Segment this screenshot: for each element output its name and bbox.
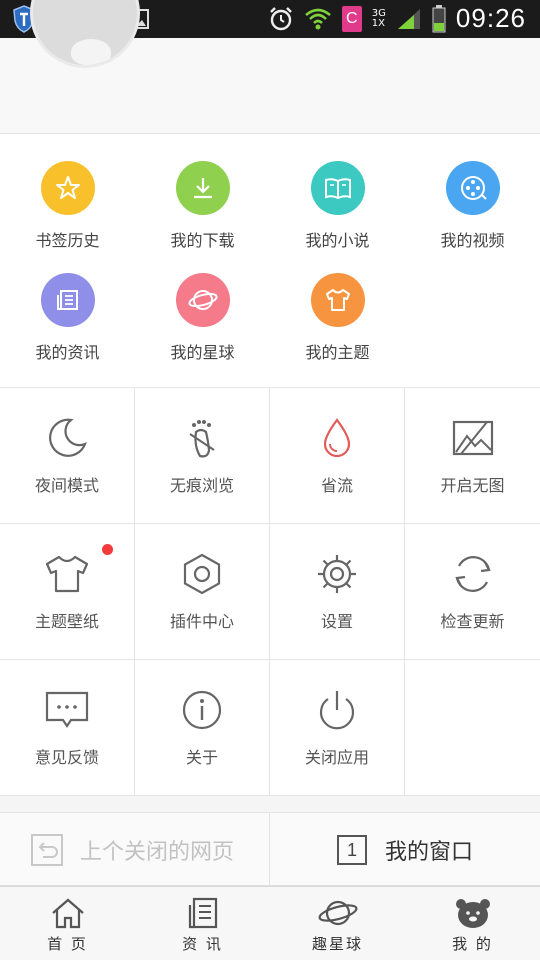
about-label: 关于	[185, 748, 218, 767]
no-image-mode-button[interactable]: 开启无图	[405, 388, 540, 524]
news-icon	[188, 897, 217, 929]
carrier-icon: C	[341, 5, 362, 32]
my-novels-button[interactable]: 我的小说	[270, 134, 405, 250]
book-icon	[310, 161, 365, 215]
tools-grid: 夜间模式 无痕浏览 省流 开启无图 主题壁纸 插件中心 设置 检查更新 意见反馈…	[0, 388, 540, 796]
my-downloads-button[interactable]: 我的下载	[135, 134, 270, 250]
my-themes-label: 我的主题	[305, 343, 370, 362]
news-icon	[40, 273, 95, 327]
my-videos-label: 我的视频	[440, 231, 505, 250]
bear-icon	[455, 899, 490, 928]
nav-me[interactable]: 我 的	[405, 887, 540, 960]
nav-home-label: 首 页	[47, 935, 88, 953]
settings-button[interactable]: 设置	[270, 524, 405, 660]
nav-fun-planet[interactable]: 趣星球	[270, 887, 405, 960]
night-mode-button[interactable]: 夜间模式	[0, 388, 135, 524]
my-planet-button[interactable]: 我的星球	[135, 246, 270, 362]
data-saver-label: 省流	[320, 476, 353, 495]
hexagon-icon	[183, 553, 221, 595]
star-icon	[40, 161, 95, 215]
battery-icon	[432, 4, 446, 32]
about-button[interactable]: 关于	[135, 660, 270, 796]
check-update-label: 检查更新	[440, 612, 505, 631]
drop-icon	[323, 418, 351, 458]
my-windows-label: 我的窗口	[384, 840, 473, 865]
download-icon	[175, 161, 230, 215]
feedback-icon	[45, 691, 89, 728]
nav-home[interactable]: 首 页	[0, 887, 135, 960]
avatar[interactable]	[30, 0, 140, 68]
refresh-icon	[454, 556, 491, 592]
footprint-icon	[189, 420, 215, 458]
close-app-button[interactable]: 关闭应用	[270, 660, 405, 796]
clock: 09:26	[455, 3, 526, 33]
window-count-badge: 1	[336, 835, 367, 865]
no-image-icon	[452, 420, 493, 456]
section-gap	[0, 796, 540, 812]
wifi-icon	[304, 8, 331, 29]
network-1x-label: 1X	[371, 17, 386, 29]
alarm-icon	[269, 6, 292, 30]
settings-label: 设置	[320, 612, 353, 631]
my-news-button[interactable]: 我的资讯	[0, 246, 135, 362]
avatar-face	[71, 39, 111, 65]
empty-tool-cell	[405, 660, 540, 796]
my-themes-button[interactable]: 我的主题	[270, 246, 405, 362]
windows-bar: 上个关闭的网页 1 我的窗口	[0, 812, 540, 887]
no-image-mode-label: 开启无图	[440, 476, 505, 495]
profile-header	[0, 0, 540, 134]
check-update-button[interactable]: 检查更新	[405, 524, 540, 660]
my-videos-button[interactable]: 我的视频	[405, 134, 540, 250]
undo-icon	[31, 834, 63, 866]
planet-icon	[317, 900, 358, 926]
nav-fun-planet-label: 趣星球	[311, 935, 363, 953]
my-news-label: 我的资讯	[35, 343, 100, 362]
signal-icon	[397, 8, 420, 29]
reopen-last-closed-button[interactable]: 上个关闭的网页	[0, 813, 270, 887]
theme-wallpaper-button[interactable]: 主题壁纸	[0, 524, 135, 660]
feedback-button[interactable]: 意见反馈	[0, 660, 135, 796]
feedback-label: 意见反馈	[34, 748, 99, 767]
bookmarks-history-button[interactable]: 书签历史	[0, 134, 135, 250]
moon-icon	[49, 418, 87, 457]
plugin-center-label: 插件中心	[169, 612, 234, 631]
my-planet-label: 我的星球	[170, 343, 235, 362]
plugin-center-button[interactable]: 插件中心	[135, 524, 270, 660]
nav-news-label: 资 讯	[182, 935, 223, 953]
nav-news[interactable]: 资 讯	[135, 887, 270, 960]
quick-links-grid: 书签历史 我的下载 我的小说 我的视频 我的资讯 我的星球 我的主题	[0, 134, 540, 388]
plugin-notification-dot	[102, 544, 113, 555]
film-reel-icon	[445, 161, 500, 215]
reopen-last-closed-label: 上个关闭的网页	[80, 840, 235, 865]
incognito-label: 无痕浏览	[169, 476, 234, 495]
shirt-outline-icon	[45, 555, 89, 593]
close-app-label: 关闭应用	[304, 748, 369, 767]
network-type: 3G 1X	[371, 8, 386, 29]
bottom-nav: 首 页 资 讯 趣星球 我 的	[0, 886, 540, 960]
power-icon	[319, 691, 355, 730]
gear-icon	[318, 555, 356, 593]
theme-wallpaper-label: 主题壁纸	[34, 612, 99, 631]
shirt-icon	[310, 273, 365, 327]
nav-me-label: 我 的	[452, 935, 493, 953]
incognito-button[interactable]: 无痕浏览	[135, 388, 270, 524]
planet-icon	[175, 273, 230, 327]
my-windows-button[interactable]: 1 我的窗口	[270, 813, 540, 887]
info-icon	[182, 690, 222, 730]
night-mode-label: 夜间模式	[34, 476, 99, 495]
data-saver-button[interactable]: 省流	[270, 388, 405, 524]
home-icon	[51, 898, 84, 929]
